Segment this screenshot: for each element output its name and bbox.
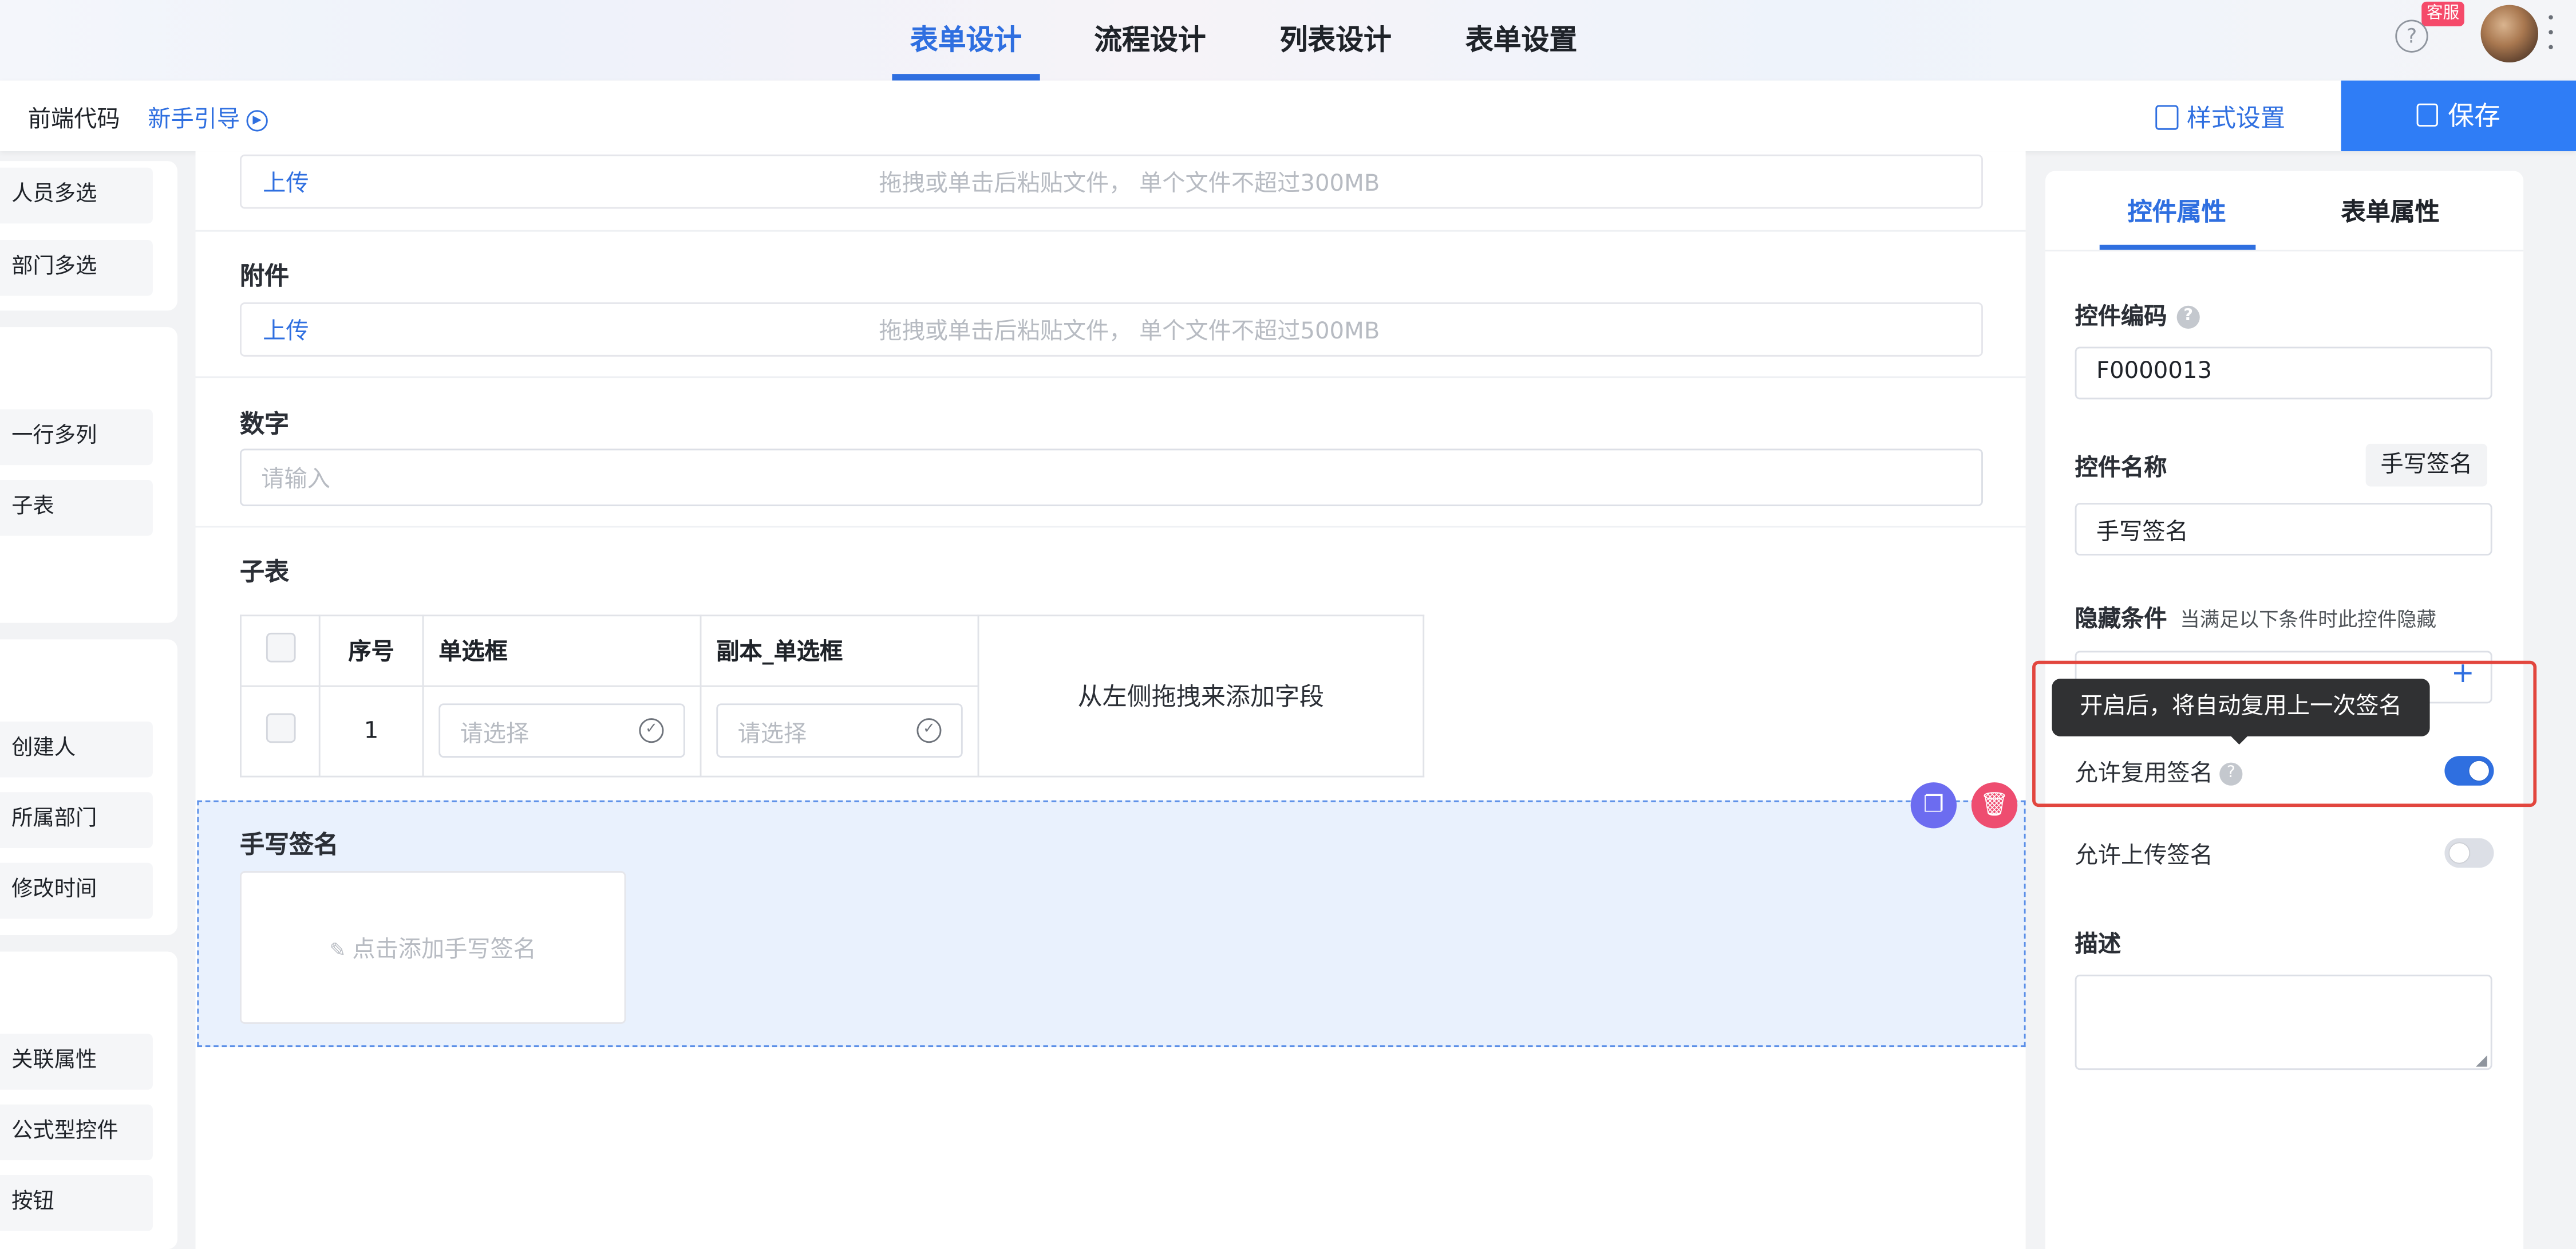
tab-form-design[interactable]: 表单设计: [910, 17, 1022, 58]
header-checkbox-cell: [240, 614, 321, 687]
tab-list-design[interactable]: 列表设计: [1280, 17, 1392, 58]
resize-handle-icon[interactable]: ◢: [2476, 1054, 2487, 1070]
tab-flow-design[interactable]: 流程设计: [1094, 17, 1206, 58]
edit-doc-icon: [2155, 105, 2179, 130]
save-label: 保存: [2448, 100, 2500, 132]
signature-pad[interactable]: ✎ 点击添加手写签名: [240, 871, 626, 1024]
play-circle-icon: ▶: [246, 109, 268, 131]
radio-copy-cell: 请选择 ✓: [700, 685, 979, 778]
avatar[interactable]: [2480, 5, 2538, 63]
divider: [195, 526, 2026, 528]
header-radio-copy: 副本_单选框: [700, 614, 979, 687]
tab-form-props[interactable]: 表单属性: [2341, 194, 2440, 228]
radio-copy-select[interactable]: 请选择 ✓: [716, 703, 963, 758]
upload-link[interactable]: 上传: [263, 166, 309, 199]
palette-item-modified-time[interactable]: 修改时间: [0, 862, 153, 919]
palette-item-multi-column[interactable]: 一行多列: [0, 409, 153, 466]
guide-label: 新手引导: [148, 107, 240, 133]
number-input[interactable]: 请输入: [240, 448, 1983, 506]
delete-icon[interactable]: 🗑: [1971, 782, 2018, 829]
subtable-label: 子表: [240, 557, 290, 587]
select-placeholder: 请选择: [737, 721, 807, 748]
description-label: 描述: [2075, 932, 2121, 959]
active-tab-underline: [892, 74, 1040, 81]
signature-placeholder-text: 点击添加手写签名: [352, 936, 536, 963]
select-placeholder: 请选择: [460, 721, 530, 748]
palette-item-creator[interactable]: 创建人: [0, 721, 153, 778]
description-textarea[interactable]: [2075, 974, 2492, 1070]
hidden-hint: 当满足以下条件时此控件隐藏: [2180, 608, 2437, 632]
name-tag[interactable]: 手写签名: [2365, 443, 2488, 487]
palette-item-multi-dept[interactable]: 部门多选: [0, 240, 153, 296]
copy-icon[interactable]: ❐: [1910, 782, 1957, 829]
palette-item-button[interactable]: 按钮: [0, 1175, 153, 1231]
pencil-icon: ✎: [329, 938, 353, 962]
style-settings-label: 样式设置: [2186, 103, 2286, 133]
number-label: 数字: [240, 409, 290, 439]
palette-group-2: [0, 327, 177, 623]
tooltip-arrow: [2229, 734, 2249, 745]
tooltip: 开启后，将自动复用上一次签名: [2052, 679, 2430, 736]
upload-link[interactable]: 上传: [263, 314, 309, 346]
upload-signature-label: 允许上传签名: [2075, 843, 2213, 870]
upload-hint: 拖拽或单击后粘贴文件， 单个文件不超过500MB: [879, 318, 1380, 345]
name-label: 控件名称: [2075, 455, 2167, 482]
palette-item-subtable[interactable]: 子表: [0, 480, 153, 536]
palette-item-related-attr[interactable]: 关联属性: [0, 1034, 153, 1090]
check-circle-icon: ✓: [916, 718, 942, 743]
attachment-upload[interactable]: 上传 拖拽或单击后粘贴文件， 单个文件不超过500MB: [240, 302, 1983, 357]
header-radio: 单选框: [422, 614, 702, 687]
frontend-code-button[interactable]: 前端代码: [28, 102, 120, 135]
hidden-label-text: 隐藏条件: [2075, 606, 2167, 633]
upload-hint: 拖拽或单击后粘贴文件， 单个文件不超过300MB: [879, 171, 1380, 198]
toolbar: 前端代码 新手引导 ▶ 样式设置: [0, 80, 2576, 152]
row-index: 1: [318, 685, 424, 778]
drop-hint: 从左侧拖拽来添加字段: [977, 614, 1425, 778]
divider: [195, 230, 2026, 232]
code-label-text: 控件编码: [2075, 304, 2167, 330]
header-index: 序号: [318, 614, 424, 687]
question-icon[interactable]: ?: [2176, 305, 2200, 329]
palette-item-multi-user[interactable]: 人员多选: [0, 167, 153, 224]
save-icon: [2416, 103, 2438, 127]
divider: [2045, 250, 2524, 252]
palette-item-formula[interactable]: 公式型控件: [0, 1104, 153, 1161]
hidden-condition-label: 隐藏条件 当满足以下条件时此控件隐藏: [2075, 601, 2436, 634]
radio-select[interactable]: 请选择 ✓: [438, 703, 685, 758]
row-checkbox[interactable]: [265, 713, 295, 743]
subtable: 序号 单选框 副本_单选框 从左侧拖拽来添加字段 1 请选择 ✓ 请选择 ✓: [240, 614, 1425, 778]
style-settings-button[interactable]: 样式设置: [2155, 100, 2285, 135]
divider: [195, 376, 2026, 379]
palette-item-department[interactable]: 所属部门: [0, 792, 153, 848]
more-icon[interactable]: • • •: [2546, 13, 2555, 57]
tab-control-props[interactable]: 控件属性: [2128, 194, 2226, 228]
select-all-checkbox[interactable]: [265, 632, 295, 663]
signature-label: 手写签名: [240, 830, 339, 860]
name-input[interactable]: 手写签名: [2075, 503, 2492, 556]
code-input[interactable]: F0000013: [2075, 346, 2492, 400]
tab-form-settings[interactable]: 表单设置: [1465, 17, 1577, 58]
radio-cell: 请选择 ✓: [422, 685, 702, 778]
customer-service-badge[interactable]: 客服: [2421, 1, 2464, 26]
row-checkbox-cell: [240, 685, 321, 778]
upload-field-1[interactable]: 上传 拖拽或单击后粘贴文件， 单个文件不超过300MB: [240, 154, 1983, 209]
top-nav-bar: 表单设计 流程设计 列表设计 表单设置 ? 客服 • • •: [0, 0, 2576, 81]
attachment-label: 附件: [240, 261, 290, 291]
active-tab-underline: [2099, 245, 2256, 250]
upload-signature-toggle[interactable]: [2444, 838, 2494, 868]
save-button[interactable]: 保存: [2341, 80, 2576, 152]
guide-link[interactable]: 新手引导 ▶: [148, 102, 268, 135]
check-circle-icon: ✓: [639, 718, 664, 743]
code-label: 控件编码?: [2075, 299, 2200, 332]
signature-placeholder: ✎ 点击添加手写签名: [242, 932, 625, 964]
